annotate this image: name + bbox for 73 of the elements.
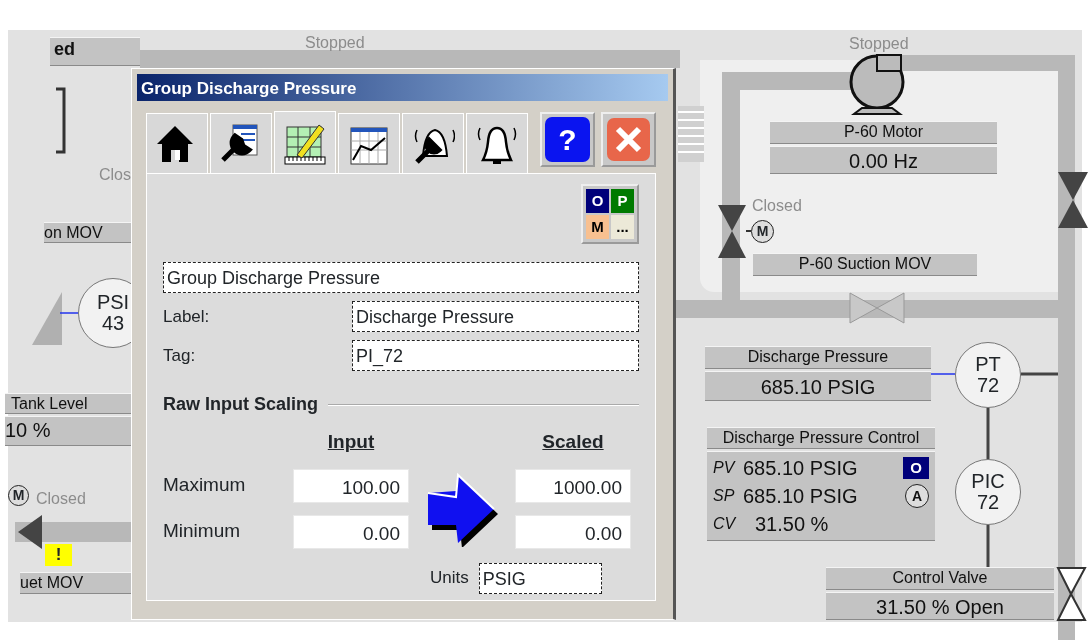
valve-icon [1058, 172, 1088, 228]
input-field[interactable]: 0.00 [515, 514, 631, 549]
status-text: Closed [752, 196, 802, 216]
field-label: Tag: [163, 344, 197, 367]
input-field[interactable]: PSIG [478, 562, 602, 594]
input-field[interactable]: 1000.00 [515, 468, 631, 503]
tag-label: P-60 Motor [770, 121, 997, 144]
tag-number: 72 [976, 375, 1000, 396]
column-header: Scaled [542, 430, 604, 454]
value-display: 31.50 % [754, 512, 830, 537]
input-field[interactable]: Discharge Pressure [352, 301, 639, 332]
pump-icon [849, 54, 905, 115]
signal-line [986, 408, 990, 459]
tab[interactable] [210, 113, 272, 173]
valve-icon [849, 292, 905, 324]
row-label: PV [713, 457, 737, 478]
tab[interactable] [402, 113, 464, 173]
bracket-icon [56, 87, 66, 154]
signal-line [929, 373, 956, 375]
signal-line [986, 525, 990, 567]
signal-line [59, 312, 80, 314]
value-display: 685.10 PSIG [743, 484, 859, 509]
valve-icon [718, 205, 746, 258]
status-text: Closed [36, 489, 86, 509]
mode-button[interactable]: O P M ... [581, 184, 639, 244]
value-display: 31.50 % Open [826, 592, 1054, 620]
row-label: Minimum [163, 519, 242, 544]
field-label: Units [430, 567, 469, 590]
tag-label: uet MOV [20, 572, 134, 594]
tab[interactable] [466, 113, 528, 173]
tag-label: on MOV [44, 222, 134, 243]
tag-label: ed [50, 37, 140, 66]
column-header: Input [327, 430, 375, 454]
value-display: 685.10 PSIG [705, 371, 931, 401]
tab[interactable] [338, 113, 400, 173]
signal-line [745, 230, 752, 232]
close-icon [606, 117, 651, 162]
stripes-drawing [677, 106, 705, 162]
section-title: Raw Input Scaling [163, 393, 318, 416]
mode-badge: O [903, 457, 929, 479]
arrow-icon [18, 515, 42, 549]
tab[interactable] [274, 111, 336, 173]
tab[interactable] [146, 113, 208, 173]
value-display: 0.00 Hz [770, 146, 997, 174]
tag-label: Control Valve [826, 567, 1054, 590]
status-text: Stopped [849, 34, 909, 54]
tag-text: PSI [96, 292, 130, 313]
value-display: 685.10 PSIG [743, 456, 859, 481]
signal-line [1021, 372, 1058, 376]
name-field[interactable]: Group Discharge Pressure [163, 262, 639, 293]
input-field[interactable]: PI_72 [352, 340, 639, 371]
help-button[interactable]: ? [540, 112, 595, 167]
alarm-badge: ! [45, 544, 72, 566]
row-label: CV [713, 513, 737, 534]
input-field[interactable]: 100.00 [293, 468, 409, 503]
input-field[interactable]: 0.00 [293, 514, 409, 549]
tag-text: PIC [971, 471, 1005, 492]
mode-badge: A [905, 484, 929, 508]
tag-number: 72 [976, 492, 1000, 513]
valve-icon [1056, 567, 1087, 621]
tag-label: P-60 Suction MOV [753, 253, 977, 276]
close-button[interactable] [601, 112, 656, 167]
tag-label: Discharge Pressure Control [707, 427, 935, 449]
tank-icon [32, 292, 62, 345]
status-text: Stopped [305, 33, 365, 53]
field-label: Label: [163, 305, 211, 328]
status-text: Clos [99, 165, 131, 185]
window-title: Group Discharge Pressure [137, 74, 668, 101]
tag-number: 43 [101, 313, 125, 334]
tag-text: PT [975, 354, 1001, 375]
tag-label: Discharge Pressure [705, 346, 931, 369]
row-label: SP [713, 485, 736, 506]
row-label: Maximum [163, 473, 247, 498]
